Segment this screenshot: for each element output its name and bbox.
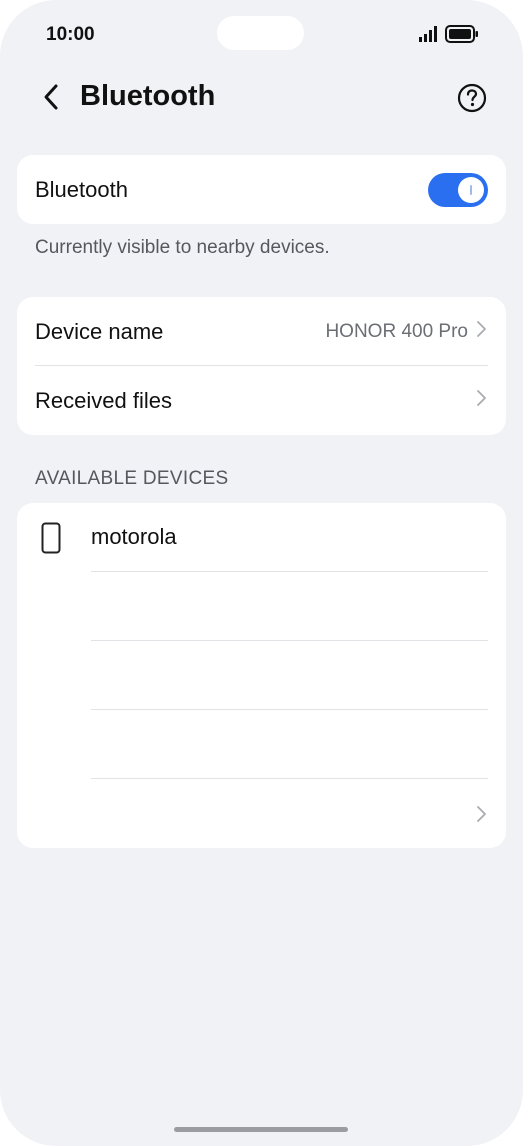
- device-item[interactable]: [17, 779, 506, 848]
- chevron-right-icon: [476, 320, 488, 343]
- settings-card: Device name HONOR 400 Pro Received files: [17, 297, 506, 435]
- status-icons: [419, 25, 479, 48]
- status-bar: 10:00: [0, 0, 523, 70]
- bluetooth-toggle-card: Bluetooth: [17, 155, 506, 224]
- available-devices-card: motorola: [17, 503, 506, 848]
- device-item[interactable]: [17, 641, 506, 710]
- back-button[interactable]: [36, 84, 66, 114]
- bluetooth-toggle-row[interactable]: Bluetooth: [17, 155, 506, 224]
- status-time: 10:00: [46, 24, 95, 45]
- battery-icon: [445, 25, 479, 48]
- device-item[interactable]: [17, 710, 506, 779]
- device-item[interactable]: [17, 572, 506, 641]
- signal-icon: [419, 26, 439, 47]
- help-circle-icon: [457, 83, 487, 117]
- received-files-label: Received files: [35, 387, 172, 413]
- device-item-motorola[interactable]: motorola: [17, 503, 506, 572]
- chevron-left-icon: [42, 83, 60, 116]
- device-name-row[interactable]: Device name HONOR 400 Pro: [17, 297, 506, 366]
- phone-icon: [41, 522, 61, 559]
- device-name: motorola: [91, 524, 177, 549]
- home-indicator[interactable]: [174, 1127, 348, 1132]
- bluetooth-toggle[interactable]: [428, 172, 488, 207]
- chevron-right-icon: [476, 389, 488, 412]
- chevron-right-icon: [476, 805, 488, 828]
- help-button[interactable]: [457, 83, 487, 113]
- received-files-row[interactable]: Received files: [17, 366, 506, 435]
- device-name-value: HONOR 400 Pro: [325, 320, 468, 342]
- page-title: Bluetooth: [80, 80, 216, 112]
- phone-screen: 10:00 Bluetooth Bluetooth Currently visi…: [0, 0, 523, 1146]
- toggle-knob: [458, 176, 484, 203]
- device-name-label: Device name: [35, 318, 164, 344]
- available-devices-header: AVAILABLE DEVICES: [35, 468, 229, 489]
- visibility-hint: Currently visible to nearby devices.: [35, 237, 330, 258]
- camera-notch: [217, 16, 304, 50]
- page-header: Bluetooth: [0, 70, 523, 130]
- bluetooth-label: Bluetooth: [35, 176, 128, 202]
